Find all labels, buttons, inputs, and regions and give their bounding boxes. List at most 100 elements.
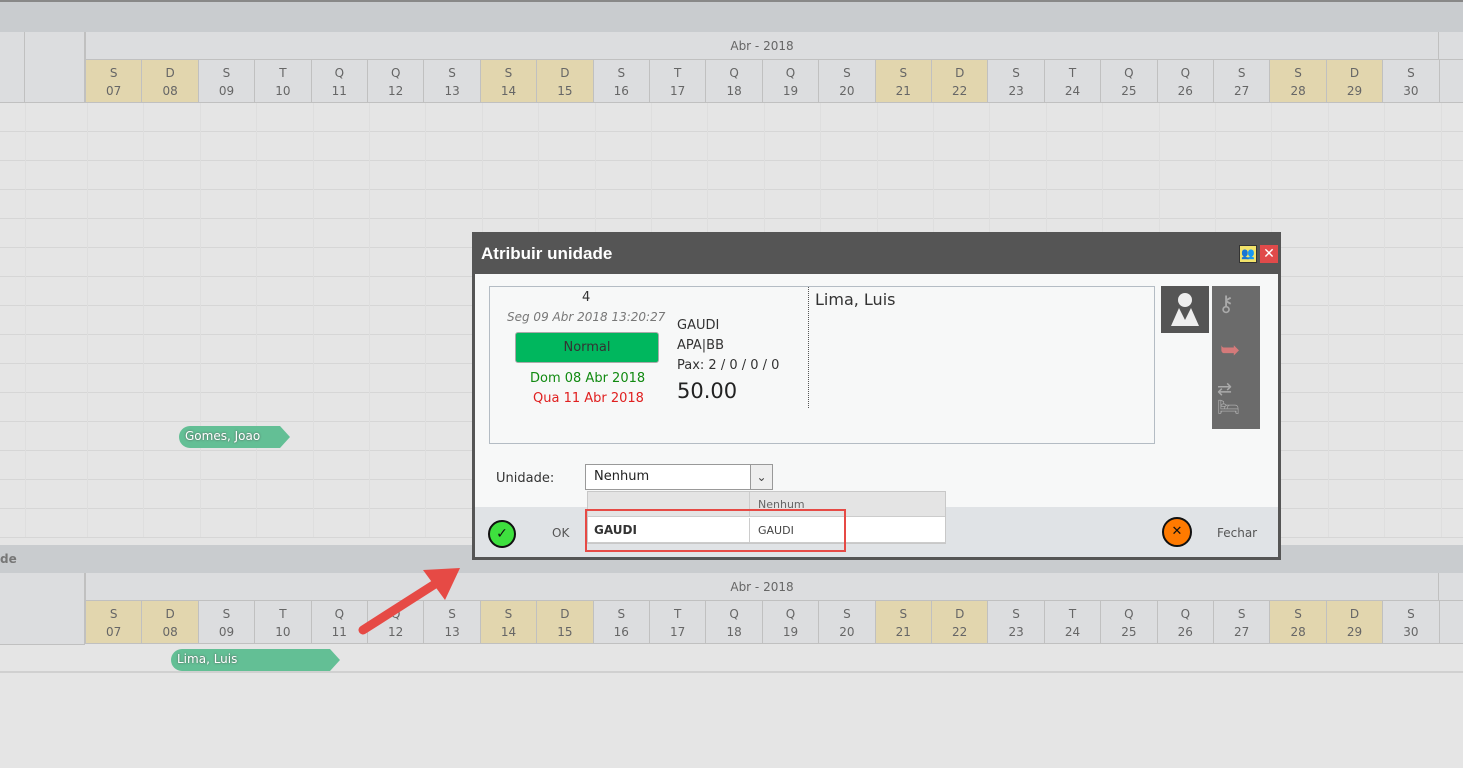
reservation-timestamp: Seg 09 Abr 2018 13:20:27: [507, 310, 666, 324]
weekday-letter: T: [279, 66, 287, 80]
day-header: T 10: [254, 601, 311, 644]
day-number: 21: [895, 625, 911, 639]
weekday-letter: Q: [729, 607, 739, 621]
ok-button[interactable]: OK: [552, 526, 569, 540]
guest-name[interactable]: Lima, Luis: [815, 290, 895, 309]
grid-line: [199, 103, 201, 537]
day-number: 15: [557, 625, 573, 639]
day-header: Q 18: [705, 601, 762, 644]
weekday-letter: S: [504, 66, 513, 80]
day-number: 17: [670, 625, 686, 639]
close-button[interactable]: Fechar: [1217, 526, 1257, 540]
chevron-down-icon[interactable]: ⌄: [750, 465, 772, 489]
day-number: 18: [726, 625, 742, 639]
day-header: D 29: [1325, 60, 1383, 103]
weekday-letter: Q: [1180, 607, 1191, 621]
action-panel: ⚷ ➥ ⇄ 🛏: [1212, 286, 1260, 429]
weekday-letter: S: [222, 66, 231, 80]
move-arrow-icon[interactable]: ➥: [1220, 336, 1240, 364]
weekday-letter: D: [560, 66, 570, 80]
unit-combobox[interactable]: Nenhum ⌄: [585, 464, 773, 490]
swap-bed-icon[interactable]: ⇄ 🛏: [1217, 381, 1240, 417]
month-label-next: [1438, 573, 1463, 601]
day-header: S 27: [1213, 601, 1270, 644]
day-number: 26: [1177, 84, 1193, 98]
weekday-letter: S: [1237, 66, 1246, 80]
key-icon[interactable]: ⚷: [1218, 292, 1234, 317]
calendar-row: [0, 132, 1463, 161]
day-number: 21: [895, 84, 911, 98]
calendar-row: [0, 190, 1463, 219]
day-header: D 08: [141, 60, 198, 103]
day-number: 23: [1008, 84, 1024, 98]
day-header: S 07: [85, 601, 142, 644]
day-header: S 16: [592, 60, 649, 103]
reservation-number: 4: [582, 290, 591, 305]
calendar-header-bottom: Abr - 2018 S07D08S09T10Q11Q12S13S14D15S1…: [0, 573, 1463, 645]
day-number: 29: [1346, 84, 1363, 98]
day-header: D 22: [931, 60, 988, 103]
booking-bar[interactable]: Lima, Luis: [171, 649, 340, 671]
arrival-date: Dom 08 Abr 2018: [530, 371, 646, 386]
day-header: S 21: [874, 601, 931, 644]
weekday-letter: Q: [1124, 66, 1134, 80]
header-corner: [0, 32, 25, 103]
day-header: S 14: [479, 60, 537, 103]
day-header: D 22: [931, 601, 988, 644]
day-header: T 17: [649, 601, 706, 644]
day-header: S 14: [479, 601, 537, 644]
day-number: 16: [613, 84, 629, 98]
day-header: S 20: [818, 601, 875, 644]
top-toolbar: [0, 0, 1463, 32]
day-header: Q 26: [1156, 60, 1213, 103]
day-header: Q 26: [1156, 601, 1213, 644]
day-header: Q 12: [367, 60, 424, 103]
weekday-letter: S: [899, 66, 908, 80]
weekday-letter: D: [955, 607, 965, 621]
status-button[interactable]: Normal: [515, 332, 659, 363]
pax-count: Pax: 2 / 0 / 0 / 0: [677, 358, 780, 373]
weekday-letter: S: [1012, 66, 1020, 80]
weekday-letter: S: [504, 607, 513, 621]
weekday-letter: S: [109, 66, 118, 80]
day-header: S 09: [197, 601, 255, 644]
day-number: 12: [388, 84, 404, 98]
day-header: D 29: [1325, 601, 1383, 644]
day-number: 0: [1440, 64, 1463, 82]
day-number: 10: [275, 84, 291, 98]
day-number: 18: [726, 84, 742, 98]
cancel-icon[interactable]: ✕: [1162, 517, 1192, 547]
day-header: 0: [1438, 601, 1463, 644]
weekday-letter: S: [448, 66, 456, 80]
day-header: S 27: [1213, 60, 1270, 103]
header-corner: [25, 32, 85, 103]
unit-input[interactable]: Nenhum: [594, 469, 649, 484]
weekday-letter: S: [617, 66, 626, 80]
close-icon[interactable]: ✕: [1260, 245, 1278, 263]
assign-unit-dialog: Atribuir unidade 👥 ✕ 4 Seg 09 Abr 2018 1…: [472, 232, 1281, 560]
weekday-letter: Q: [390, 66, 401, 80]
day-header: T 24: [1043, 60, 1101, 103]
grid-line: [369, 103, 370, 537]
booking-bar[interactable]: Gomes, Joao: [179, 426, 290, 448]
weekday-letter: S: [843, 607, 851, 621]
weekday-letter: S: [1407, 607, 1415, 621]
weekday-letter: D: [165, 607, 175, 621]
day-header: T 24: [1043, 601, 1101, 644]
day-header: Q 25: [1100, 60, 1157, 103]
day-number: 0: [1440, 605, 1463, 623]
month-label: Abr - 2018: [85, 573, 1438, 601]
day-header: S 23: [987, 60, 1044, 103]
guest-profile-icon[interactable]: [1161, 286, 1209, 333]
grid-line: [1327, 103, 1329, 537]
weekday-letter: Q: [1180, 66, 1191, 80]
day-header: D 15: [536, 60, 593, 103]
unit-label: Unidade:: [496, 471, 555, 486]
check-icon[interactable]: ✓: [488, 520, 516, 548]
grid-line: [87, 103, 88, 537]
day-header: S 16: [592, 601, 649, 644]
group-icon[interactable]: 👥: [1239, 245, 1257, 263]
day-header: S 21: [874, 60, 931, 103]
weekday-letter: T: [1068, 66, 1077, 80]
dialog-title: Atribuir unidade: [475, 235, 1278, 274]
